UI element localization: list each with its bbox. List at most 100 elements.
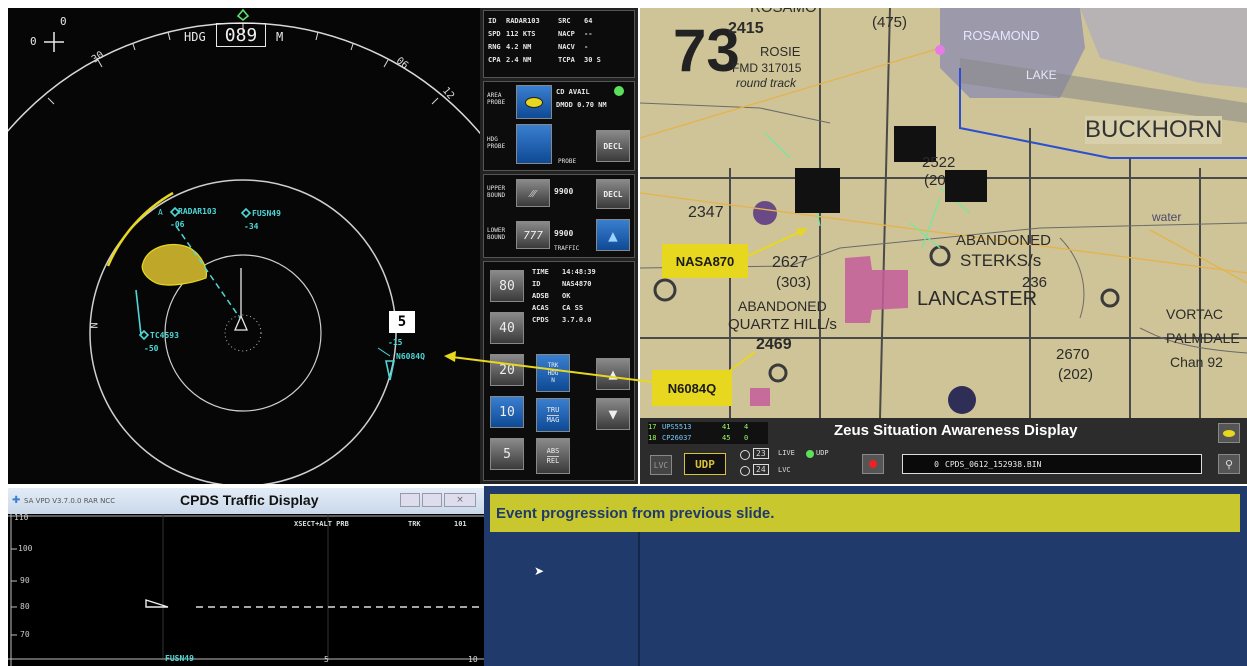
udp-radio[interactable]	[806, 450, 814, 458]
lvc-button[interactable]: LVC	[650, 455, 672, 475]
range-20-button[interactable]: 20	[490, 354, 524, 386]
range-40-button[interactable]: 40	[490, 312, 524, 344]
map-label-buckhorn: BUCKHORN	[1085, 116, 1223, 144]
map-label-2522: 2522	[922, 154, 956, 171]
vpd-header-text: XSECT+ALT PRB	[294, 520, 349, 528]
zeus-title: Zeus Situation Awareness Display	[834, 422, 1078, 439]
range-box[interactable]: 5	[389, 311, 415, 333]
zeus-row1-id: UPS5513	[662, 423, 692, 431]
map-label-abandoned-1: ABANDONED	[956, 232, 1052, 249]
info-nacp-label: NACP	[558, 30, 575, 38]
vpd-heading: CPDS Traffic Display	[180, 492, 319, 508]
live-radio[interactable]	[740, 450, 750, 460]
cpds-value: 3.7.0.0	[562, 316, 592, 324]
time-label: TIME	[532, 268, 549, 276]
map-label-2670: 2670	[1056, 346, 1090, 363]
zeus-traffic-list: 17 UPS5513 41 4 18 CP26037 45 0	[648, 422, 768, 444]
traffic-alt-fusn49: -34	[244, 222, 259, 231]
info-tcpa-value: 30 S	[584, 56, 601, 64]
info-cpa-label: CPA	[488, 56, 501, 64]
info-id-label: ID	[488, 17, 497, 25]
traffic-label-tc4593[interactable]: TC4593	[150, 331, 179, 340]
traffic-button[interactable]: ▲	[596, 219, 630, 251]
traffic-label-fusn49[interactable]: FUSN49	[252, 209, 281, 218]
tru-mag-button[interactable]: TRU MAG	[536, 398, 570, 432]
zeus-row2-a: 45	[722, 434, 731, 442]
record-button[interactable]	[862, 454, 884, 474]
x-label-fusn49: FUSN49	[165, 654, 194, 663]
altitude-bound-panel: UPPER BOUND ⁄⁄⁄ 9900 DECL LOWER BOUND 77…	[483, 174, 635, 258]
zeus-search-button[interactable]: ⚲	[1218, 454, 1240, 474]
event-panel: Event progression from previous slide. ➤	[484, 486, 1247, 666]
eye-icon	[1223, 429, 1235, 437]
traffic-label-n6084q[interactable]: N6084Q	[396, 352, 425, 361]
map-label-vortac: VORTAC	[1166, 306, 1224, 322]
zeus-row2-b: 0	[744, 434, 749, 442]
file-field[interactable]: 0 CPDS_0612_152938.BIN	[902, 454, 1202, 474]
cpds-radar-display[interactable]: 0 0 HDG 089 M 30 06 12 N 5 A RADAR103 -0…	[8, 8, 480, 484]
event-banner: Event progression from previous slide.	[490, 494, 1240, 532]
event-text: Event progression from previous slide.	[496, 504, 775, 522]
vpd-window-title: SA VPD V3.7.0.0 RAR NCC	[24, 497, 116, 505]
upper-bound-button[interactable]: ⁄⁄⁄	[516, 179, 550, 207]
map-label-303: (303)	[776, 274, 812, 291]
info-nacv-label: NACV	[558, 43, 575, 51]
maximize-button[interactable]	[422, 493, 442, 507]
status-id-label: ID	[532, 280, 541, 288]
y-tick-80: 80	[20, 602, 30, 611]
lower-bound-button[interactable]: 777	[516, 221, 550, 249]
traffic-alt-radar103: -06	[170, 220, 185, 229]
zeus-row1-num: 17	[648, 423, 657, 431]
zeus-eye-button[interactable]	[1218, 423, 1240, 443]
x-tick-5: 5	[324, 655, 329, 664]
close-button[interactable]: ×	[444, 493, 476, 507]
up-arrow-button[interactable]: ▲	[596, 358, 630, 390]
udp-button[interactable]: UDP	[684, 453, 726, 475]
live-label: LIVE	[778, 449, 795, 457]
traffic-alt-tc4593: -50	[144, 344, 159, 353]
lvc-port[interactable]: 24	[753, 464, 769, 475]
area-probe-label: AREA PROBE	[487, 92, 506, 106]
range-5-button[interactable]: 5	[490, 438, 524, 470]
hdg-probe-label: HDG PROBE	[487, 136, 506, 150]
trk-hdg-button[interactable]: TRK HDG N	[536, 354, 570, 392]
minimize-button[interactable]	[400, 493, 420, 507]
status-box: TIME 14:48:39 ID NAS4870 ADSB OK ACAS CA SS …	[532, 266, 632, 326]
decl-probe-button[interactable]: DECL	[596, 130, 630, 162]
eye-icon	[525, 96, 543, 108]
map-label-236: 236	[1022, 274, 1048, 291]
live-port[interactable]: 23	[753, 448, 769, 459]
vpd-trk-label: TRK	[408, 520, 421, 528]
cursor-icon: ➤	[534, 564, 545, 578]
info-nacv-value: -	[584, 43, 589, 51]
lvc-label: LVC	[778, 466, 791, 474]
vpd-titlebar: ✚ SA VPD V3.7.0.0 RAR NCC CPDS Traffic D…	[8, 488, 484, 514]
down-arrow-button[interactable]: ▼	[596, 398, 630, 430]
info-spd-label: SPD	[488, 30, 501, 38]
map-label-475: (475)	[872, 14, 908, 31]
zeus-row1-b: 4	[744, 423, 749, 431]
range-80-button[interactable]: 80	[490, 270, 524, 302]
range-10-button[interactable]: 10	[490, 396, 524, 428]
decl-bound-button[interactable]: DECL	[596, 179, 630, 209]
hdg-probe-button[interactable]	[516, 124, 552, 164]
map-label-20: (20	[924, 172, 946, 189]
y-tick-70: 70	[20, 630, 30, 639]
traffic-label-radar103[interactable]: RADAR103	[178, 207, 217, 216]
compass-value: 0	[30, 35, 37, 48]
lvc-radio[interactable]	[740, 466, 750, 476]
divider	[638, 532, 640, 666]
zeus-map-view[interactable]: 73 2415 ROSIE FMD 317015 round track (47…	[640, 8, 1247, 418]
y-tick-110: 110	[14, 513, 29, 522]
mag-text: MAG	[546, 414, 560, 424]
file-number: 0	[934, 459, 939, 469]
map-label-202: (202)	[1058, 366, 1094, 383]
area-probe-button[interactable]	[516, 85, 552, 119]
airplane-icon: ▲	[608, 225, 618, 245]
vpd-plot[interactable]: 110 100 90 80 70 XSECT+ALT PRB TRK 101 F…	[8, 513, 484, 666]
traffic-label: TRAFFIC	[554, 245, 580, 252]
adsb-label: ADSB	[532, 292, 549, 300]
status-id-value: NAS4870	[562, 280, 592, 288]
dmod-label: DMOD 0.70 NM	[556, 101, 607, 109]
abs-rel-button[interactable]: ABS REL	[536, 438, 570, 474]
